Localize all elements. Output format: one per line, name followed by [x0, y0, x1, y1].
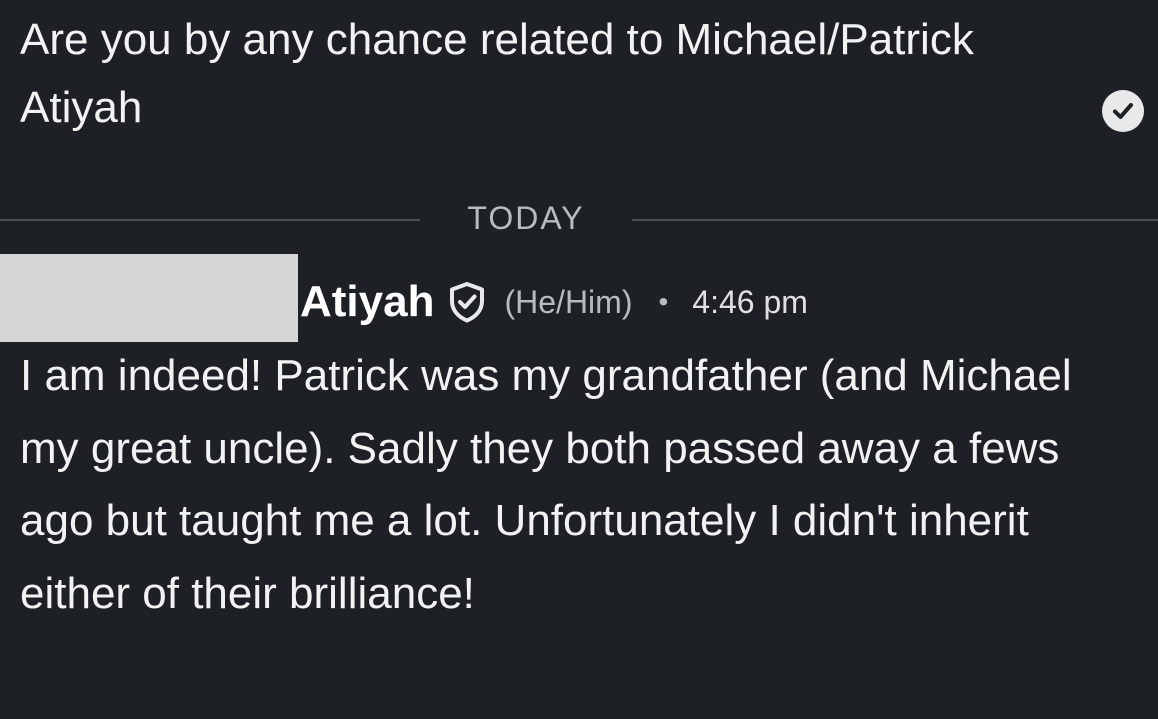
reply-message-text: I am indeed! Patrick was my grandfather … [20, 351, 1072, 618]
date-divider-label: TODAY [467, 200, 585, 236]
previous-message-text: Are you by any chance related to Michael… [20, 15, 974, 132]
sender-pronouns: (He/Him) [504, 283, 633, 320]
message-header: Atiyah (He/Him) • 4:46 pm [300, 274, 808, 330]
message-timestamp: 4:46 pm [692, 283, 808, 320]
header-separator-dot: • [658, 286, 669, 317]
checkmark-circle-icon [1102, 90, 1144, 132]
sender-name[interactable]: Atiyah [300, 277, 434, 327]
divider-line-right [632, 219, 1158, 221]
date-divider: TODAY [0, 196, 1158, 244]
shield-check-icon [448, 280, 488, 324]
redacted-name-block [0, 254, 298, 342]
divider-line-left [0, 219, 420, 221]
